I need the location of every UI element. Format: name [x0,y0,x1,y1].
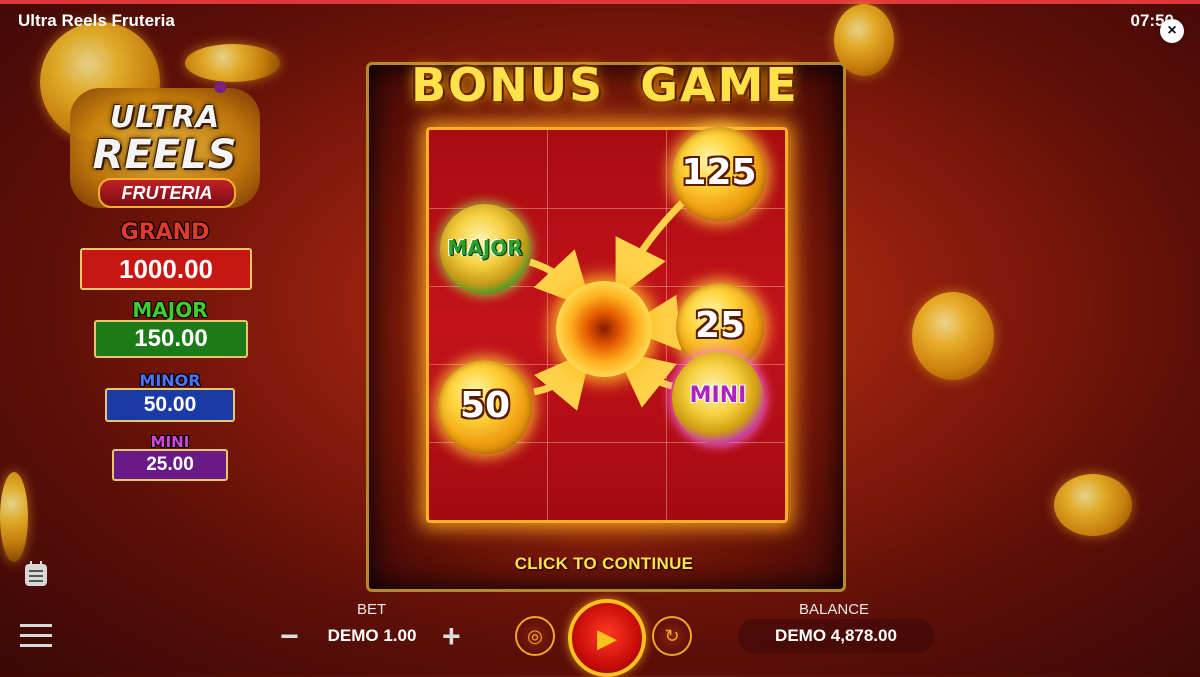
app-title: Ultra Reels Fruteria [18,11,175,30]
bonus-coin-major: MAJOR [440,204,530,294]
bg-coin-icon [0,472,28,562]
bet-decrease-button[interactable]: − [280,620,299,652]
bonus-coin-50: 50 [438,360,532,454]
coin-label: MAJOR [447,236,523,260]
bonus-title: BONUS GAME [411,58,799,112]
logo-line1: ULTRA [109,100,221,135]
jackpot-major-value: 150.00 [94,320,248,358]
logo-line2: REELS [92,132,238,178]
click-to-continue[interactable]: CLICK TO CONTINUE [470,554,738,574]
coin-label: 50 [459,385,511,426]
coin-label: 125 [681,152,757,193]
autoplay-button[interactable]: ↻ [652,616,692,656]
jackpot-grand-label: GRAND [120,220,210,245]
coins-icon: ◎ [527,626,543,646]
balance-value: DEMO 4,878.00 [738,619,934,653]
jackpot-major-label: MAJOR [132,298,208,322]
bet-value: DEMO 1.00 [327,626,417,645]
bg-coin-icon [912,292,994,380]
play-icon: ▶ [597,623,617,653]
menu-icon[interactable] [20,622,52,650]
bet-increase-button[interactable]: + [442,620,461,652]
logo-sub: FRUTERIA [98,178,236,208]
bet-label: BET [357,601,387,618]
grid-line [666,130,667,520]
close-icon: × [1167,22,1177,39]
coin-label: 25 [694,305,746,346]
jackpot-mini-value: 25.00 [112,449,228,481]
spin-button[interactable]: ▶ [568,599,646,677]
balance-label: BALANCE [799,601,870,618]
bonus-coin-125: 125 [672,127,766,221]
grapes-icon: ● [212,70,229,101]
grid-line [547,130,548,520]
bg-coin-icon [1054,474,1132,536]
autoplay-icon: ↻ [664,626,680,646]
history-icon[interactable] [22,560,50,588]
game-logo: ● ULTRA REELS FRUTERIA [50,70,280,210]
coin-label: MINI [689,383,747,408]
bonus-coin-mini: MINI [672,352,764,444]
top-border [0,0,1200,4]
collector-vortex-icon [556,281,652,377]
jackpot-minor-value: 50.00 [105,388,235,422]
jackpot-grand-value: 1000.00 [80,248,252,290]
close-button[interactable]: × [1160,19,1184,43]
coins-button[interactable]: ◎ [515,616,555,656]
